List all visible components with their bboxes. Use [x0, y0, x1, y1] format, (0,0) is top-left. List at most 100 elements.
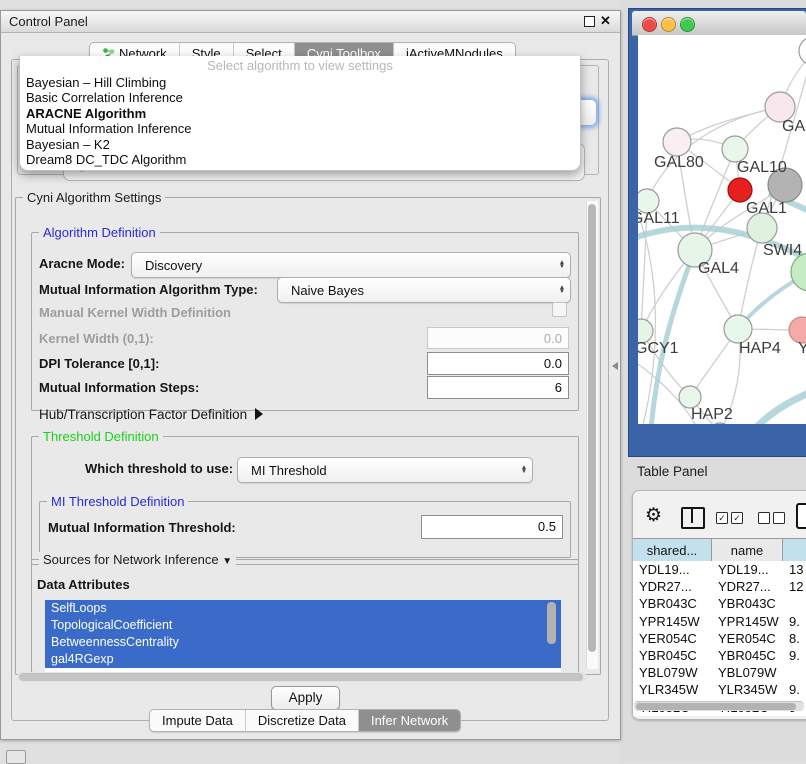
network-window-titlebar[interactable] — [632, 11, 806, 36]
table-row[interactable]: YBR043CYBR043C — [633, 595, 806, 612]
split-pane-collapse-arrow[interactable] — [612, 362, 618, 370]
combo-arrows-icon: ▲▼ — [554, 261, 570, 270]
table-cell: YER054C — [633, 630, 712, 647]
algorithm-option-mutual-information-inference[interactable]: Mutual Information Inference — [20, 121, 580, 136]
apply-button[interactable]: Apply — [271, 686, 340, 710]
algorithm-option-bayesian-hill-climbing[interactable]: Bayesian – Hill Climbing — [20, 75, 580, 90]
table-cell — [783, 664, 806, 681]
control-panel-title: Control Panel — [9, 14, 88, 29]
table-hscroll-thumb[interactable] — [636, 703, 796, 710]
data-attributes-label: Data Attributes — [37, 577, 130, 592]
dropdown-placeholder: Select algorithm to view settings — [20, 56, 580, 75]
table-panel-title: Table Panel — [637, 464, 708, 479]
attribute-selfloops[interactable]: SelfLoops — [45, 600, 561, 617]
deselect-all-icon[interactable] — [758, 512, 770, 524]
column-header-shared[interactable]: shared... — [633, 539, 712, 561]
cyni-settings-legend: Cyni Algorithm Settings — [23, 190, 165, 205]
kernel-width-input[interactable]: 0.0 — [427, 327, 569, 349]
settings-vscroll-thumb[interactable] — [588, 204, 596, 652]
close-traffic-light[interactable] — [642, 17, 657, 32]
mi-steps-input[interactable]: 6 — [427, 376, 569, 399]
algorithm-option-bayesian-k2[interactable]: Bayesian – K2 — [20, 137, 580, 152]
table-row[interactable]: YBL079WYBL079W — [633, 664, 806, 681]
node-label-gcy1: GCY1 — [638, 340, 679, 357]
document-icon[interactable] — [796, 503, 806, 529]
float-window-icon[interactable] — [584, 16, 595, 27]
expanded-arrow-icon: ▼ — [222, 556, 232, 567]
dpi-tolerance-input[interactable]: 0.0 — [427, 352, 569, 375]
table-row[interactable]: YER054CYER054C8. — [633, 630, 806, 647]
close-icon[interactable]: ✕ — [600, 13, 611, 29]
network-node[interactable] — [663, 128, 691, 156]
table-row[interactable]: YBR045CYBR045C9. — [633, 647, 806, 664]
network-view-window: GALGAL80GAL10GAL1GAL11SWI4GAL4GCY1HAP4YH… — [628, 8, 806, 457]
node-label-gal80: GAL80 — [654, 154, 704, 171]
cyni-bottom-tabs: Impute DataDiscretize DataInfer Network — [149, 709, 461, 732]
table-cell: YDL19... — [633, 561, 712, 578]
network-canvas[interactable]: GALGAL80GAL10GAL1GAL11SWI4GAL4GCY1HAP4YH… — [638, 35, 806, 424]
algorithm-option-aracne-algorithm[interactable]: ARACNE Algorithm — [20, 106, 580, 121]
node-label-gal: GAL — [782, 118, 806, 135]
bottom-tab-impute-data[interactable]: Impute Data — [150, 710, 246, 731]
table-cell: YPR145W — [712, 613, 783, 630]
node-label-y: Y — [798, 340, 806, 357]
algorithm-option-dream8-dc-tdc-algorithm[interactable]: Dream8 DC_TDC Algorithm — [20, 152, 580, 167]
algorithm-option-basic-correlation-inference[interactable]: Basic Correlation Inference — [20, 90, 580, 105]
table-cell: YPR145W — [633, 613, 712, 630]
mi-type-select[interactable]: Naive Bayes ▲▼ — [277, 277, 571, 303]
table-body: YDL19...YDL19...13YDR27...YDR27...12YBR0… — [633, 561, 806, 716]
settings-hscroll-thumb[interactable] — [19, 673, 583, 681]
table-cell: YLR345W — [712, 681, 783, 698]
aracne-mode-select[interactable]: Discovery ▲▼ — [131, 252, 571, 278]
network-node[interactable] — [799, 37, 806, 65]
network-node[interactable] — [728, 178, 752, 202]
table-cell: YDL19... — [712, 561, 783, 578]
network-node[interactable] — [679, 386, 701, 408]
which-threshold-select[interactable]: MI Threshold ▲▼ — [237, 457, 533, 483]
attributes-scroll-thumb[interactable] — [547, 602, 556, 644]
hub-definition-toggle[interactable]: Hub/Transcription Factor Definition — [39, 407, 263, 422]
table-row[interactable]: YDL19...YDL19...13 — [633, 561, 806, 578]
table-row[interactable]: YPR145WYPR145W9. — [633, 613, 806, 630]
table-cell: YBR045C — [633, 647, 712, 664]
mi-threshold-input[interactable]: 0.5 — [421, 515, 563, 539]
control-panel-titlebar[interactable]: Control Panel ✕ — [1, 11, 620, 33]
bottom-tab-discretize-data[interactable]: Discretize Data — [246, 710, 359, 731]
table-cell: YLR345W — [633, 681, 712, 698]
attribute-betweennesscentrality[interactable]: BetweennessCentrality — [45, 634, 561, 651]
mi-type-label: Mutual Information Algorithm Type: — [39, 282, 258, 297]
split-columns-icon[interactable] — [681, 507, 705, 529]
select-all-icon[interactable]: ✓ — [716, 512, 728, 524]
minimize-traffic-light[interactable] — [661, 17, 676, 32]
table-cell: 9. — [783, 613, 806, 630]
column-header-name[interactable]: name — [712, 539, 783, 561]
node-label-gal11: GAL11 — [638, 210, 680, 227]
network-node[interactable] — [747, 213, 777, 243]
network-edge — [677, 107, 780, 142]
network-node[interactable] — [724, 315, 752, 343]
attribute-topologicalcoefficient[interactable]: TopologicalCoefficient — [45, 617, 561, 634]
sources-legend[interactable]: Sources for Network Inference ▼ — [39, 552, 236, 567]
column-header-a[interactable]: A — [783, 539, 806, 561]
manual-kernel-label: Manual Kernel Width Definition — [39, 305, 231, 320]
which-threshold-label: Which threshold to use: — [85, 461, 233, 476]
node-label-gal1: GAL1 — [746, 200, 787, 217]
table-row[interactable]: YLR345WYLR345W9. — [633, 681, 806, 698]
mi-type-value: Naive Bayes — [278, 283, 554, 298]
control-panel-window: Control Panel ✕ NetworkStyleSelectCyni T… — [0, 10, 621, 740]
table-horizontal-scrollbar[interactable] — [634, 701, 804, 711]
select-all-icon[interactable]: ✓ — [731, 512, 743, 524]
threshold-definition-legend: Threshold Definition — [39, 429, 163, 444]
table-row[interactable]: YDR27...YDR27...12 — [633, 578, 806, 595]
aracne-mode-label: Aracne Mode: — [39, 256, 125, 271]
table-cell: YER054C — [712, 630, 783, 647]
bottom-tab-infer-network[interactable]: Infer Network — [359, 710, 460, 731]
node-label-swi4: SWI4 — [763, 242, 802, 259]
gear-icon[interactable]: ⚙ — [645, 504, 662, 527]
attribute-gal4rgexp[interactable]: gal4RGexp — [45, 651, 561, 668]
zoom-traffic-light[interactable] — [680, 17, 695, 32]
dropdown-items: Bayesian – Hill ClimbingBasic Correlatio… — [20, 75, 580, 167]
deselect-all-icon[interactable] — [773, 512, 785, 524]
table-cell: 9. — [783, 647, 806, 664]
manual-kernel-checkbox[interactable] — [552, 302, 567, 317]
